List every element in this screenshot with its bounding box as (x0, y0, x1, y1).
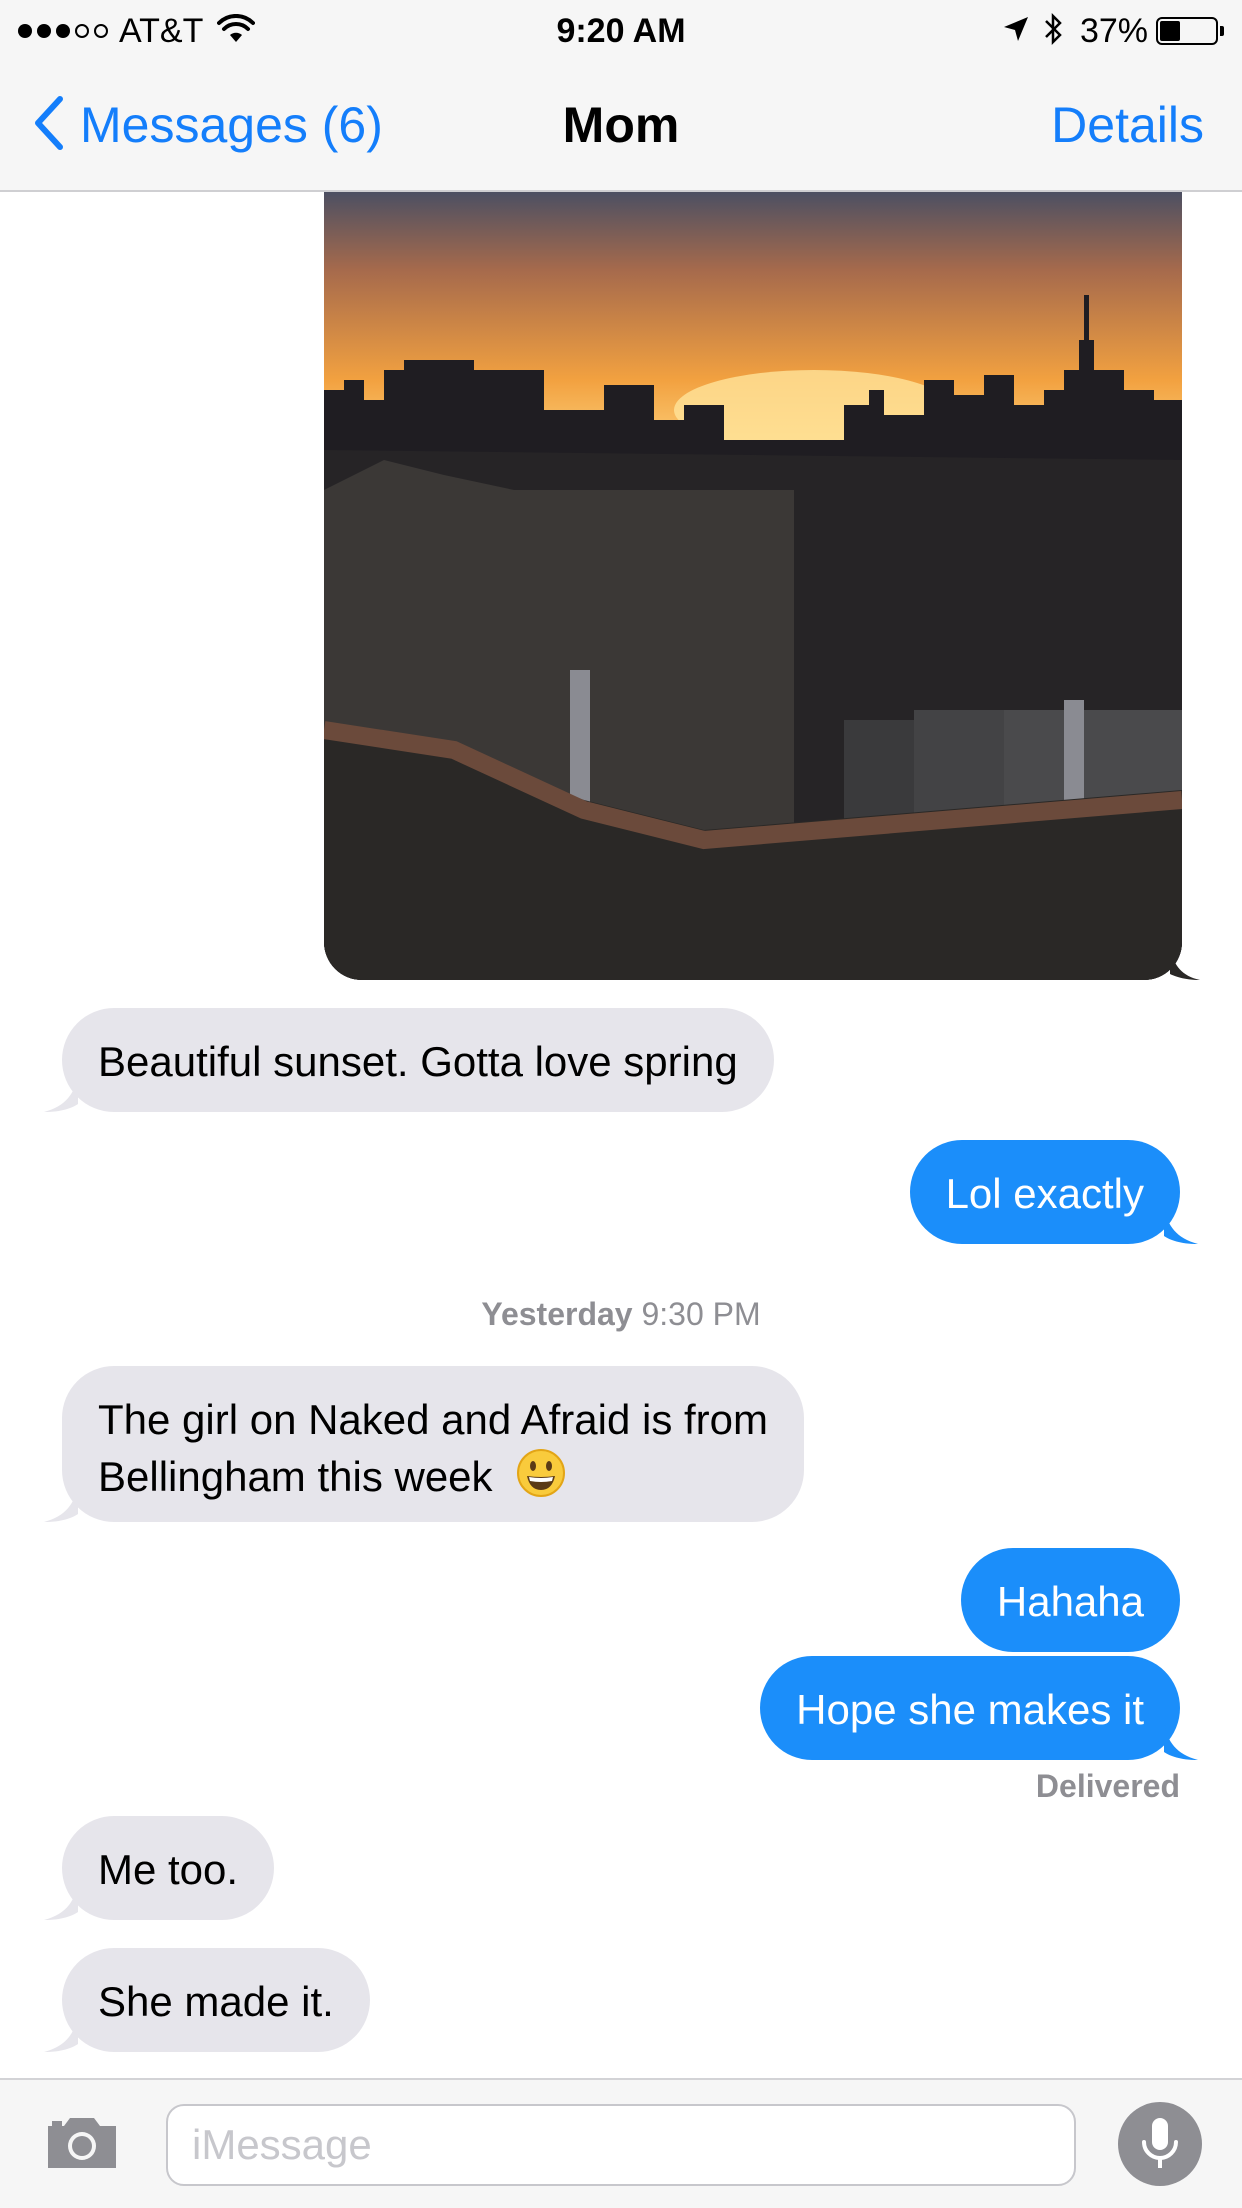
chevron-left-icon (34, 95, 64, 156)
message-timestamp: Yesterday 9:30 PM (0, 1296, 1242, 1333)
delivery-status: Delivered (1035, 1768, 1180, 1804)
incoming-message-bubble[interactable]: She made it. (62, 1948, 370, 2052)
message-text: Beautiful sunset. Gotta love spring (98, 1038, 738, 1085)
incoming-bubble-tail (44, 1884, 78, 1920)
grinning-face-emoji (516, 1448, 566, 1512)
dictation-button[interactable] (1118, 2102, 1202, 2186)
message-text: Me too. (98, 1846, 239, 1893)
back-label: Messages (6) (80, 97, 383, 153)
incoming-message-bubble[interactable]: The girl on Naked and Afraid is from Bel… (62, 1366, 804, 1522)
battery-percent: 37% (1079, 11, 1148, 50)
photo-bubble-tail (1170, 948, 1200, 980)
camera-button[interactable] (44, 2112, 120, 2177)
camera-icon (44, 2118, 120, 2176)
back-button[interactable]: Messages (6) (34, 92, 383, 158)
incoming-message-bubble[interactable]: Me too. (62, 1816, 275, 1920)
message-text: Hahaha (996, 1578, 1144, 1625)
message-text-line: The girl on Naked and Afraid is from (98, 1396, 768, 1443)
outgoing-message-bubble[interactable]: Lol exactly (909, 1140, 1180, 1244)
photo-message[interactable] (324, 190, 1182, 980)
location-arrow-icon (1002, 15, 1030, 48)
outgoing-message-bubble[interactable]: Hope she makes it (760, 1656, 1180, 1760)
message-text-line-2: Bellingham this week (98, 1448, 768, 1512)
incoming-bubble-tail (44, 1076, 78, 1112)
incoming-message-bubble[interactable]: Beautiful sunset. Gotta love spring (62, 1008, 774, 1112)
status-bar: AT&T 9:20 AM 37% (0, 0, 1242, 62)
incoming-bubble-tail (44, 2016, 78, 2052)
sunset-photo (324, 295, 1182, 980)
outgoing-bubble-tail (1164, 1724, 1198, 1760)
timestamp-time: 9:30 PM (641, 1296, 761, 1332)
incoming-bubble-tail (44, 1486, 78, 1522)
battery-nub (1220, 26, 1224, 36)
details-button[interactable]: Details (1051, 92, 1204, 158)
message-text: Hope she makes it (796, 1686, 1144, 1733)
microphone-icon (1118, 2118, 1202, 2190)
message-text: Lol exactly (945, 1170, 1144, 1217)
navigation-bar: Messages (6) Mom Details (0, 62, 1242, 192)
battery-level (1160, 21, 1180, 41)
message-text: She made it. (98, 1978, 334, 2025)
imessage-input[interactable]: iMessage (166, 2104, 1076, 2186)
outgoing-message-bubble[interactable]: Hahaha (960, 1548, 1180, 1652)
timestamp-day: Yesterday (481, 1296, 633, 1332)
outgoing-bubble-tail (1164, 1208, 1198, 1244)
battery-icon (1156, 17, 1218, 45)
message-text-line: Bellingham this week (98, 1453, 493, 1501)
status-right: 37% (1002, 8, 1224, 54)
message-input-bar: iMessage (0, 2078, 1242, 2208)
bluetooth-icon (1042, 11, 1066, 52)
